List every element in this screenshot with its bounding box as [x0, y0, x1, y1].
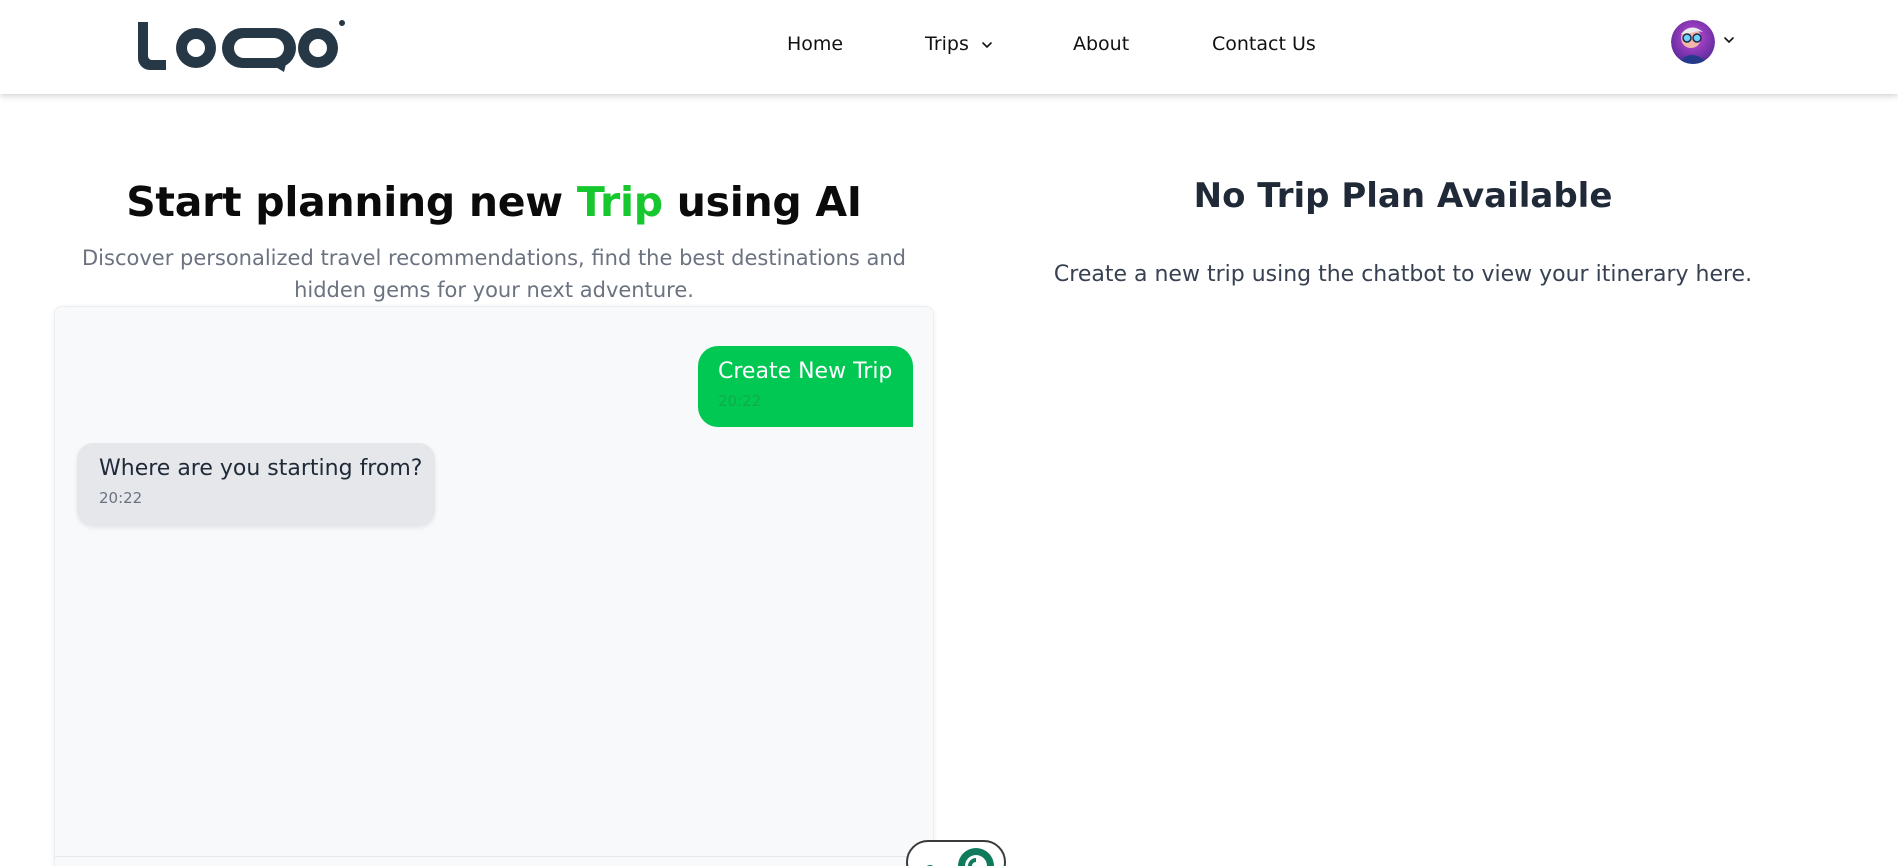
page: Home Trips About Contact Us Start planni… — [0, 0, 1898, 866]
page-title: Start planning new Trip using AI — [54, 178, 934, 226]
chevron-down-icon — [982, 41, 992, 48]
chevron-down-icon — [1724, 37, 1734, 44]
chat-message-text: Create New Trip — [718, 359, 893, 384]
nav-about[interactable]: About — [1073, 33, 1129, 55]
nav-about-label: About — [1073, 33, 1130, 55]
nav-trips-dropdown[interactable]: Trips — [925, 33, 993, 55]
chat-message-user: Create New Trip 20:22 — [698, 346, 913, 427]
grammar-assistant-widget[interactable] — [906, 840, 1006, 866]
chat-input-divider — [55, 856, 935, 857]
nav-trips-label: Trips — [925, 33, 969, 55]
chat-message-bot: Where are you starting from? 20:22 — [77, 443, 435, 526]
title-accent: Trip — [576, 178, 663, 226]
assistant-logo-icon — [926, 848, 994, 866]
page-subtitle: Discover personalized travel recommendat… — [82, 246, 906, 302]
nav-home[interactable]: Home — [787, 33, 843, 55]
chat-message-text: Where are you starting from? — [99, 456, 423, 481]
brand-logo[interactable] — [136, 18, 348, 72]
chat-message-time: 20:22 — [99, 489, 143, 507]
avatar — [1671, 20, 1715, 64]
top-navbar: Home Trips About Contact Us — [0, 0, 1898, 94]
nav-contact-us[interactable]: Contact Us — [1212, 33, 1316, 55]
nav-contact-label: Contact Us — [1212, 33, 1316, 55]
chat-panel: Create New Trip 20:22 Where are you star… — [54, 306, 935, 866]
title-prefix: Start planning new — [126, 178, 577, 226]
user-menu-button[interactable] — [1671, 18, 1737, 64]
no-plan-title: No Trip Plan Available — [1193, 176, 1613, 216]
no-plan-message: Create a new trip using the chatbot to v… — [1053, 262, 1753, 287]
chat-message-time: 20:22 — [718, 392, 762, 410]
title-suffix: using AI — [662, 178, 862, 226]
nav-home-label: Home — [787, 33, 844, 55]
